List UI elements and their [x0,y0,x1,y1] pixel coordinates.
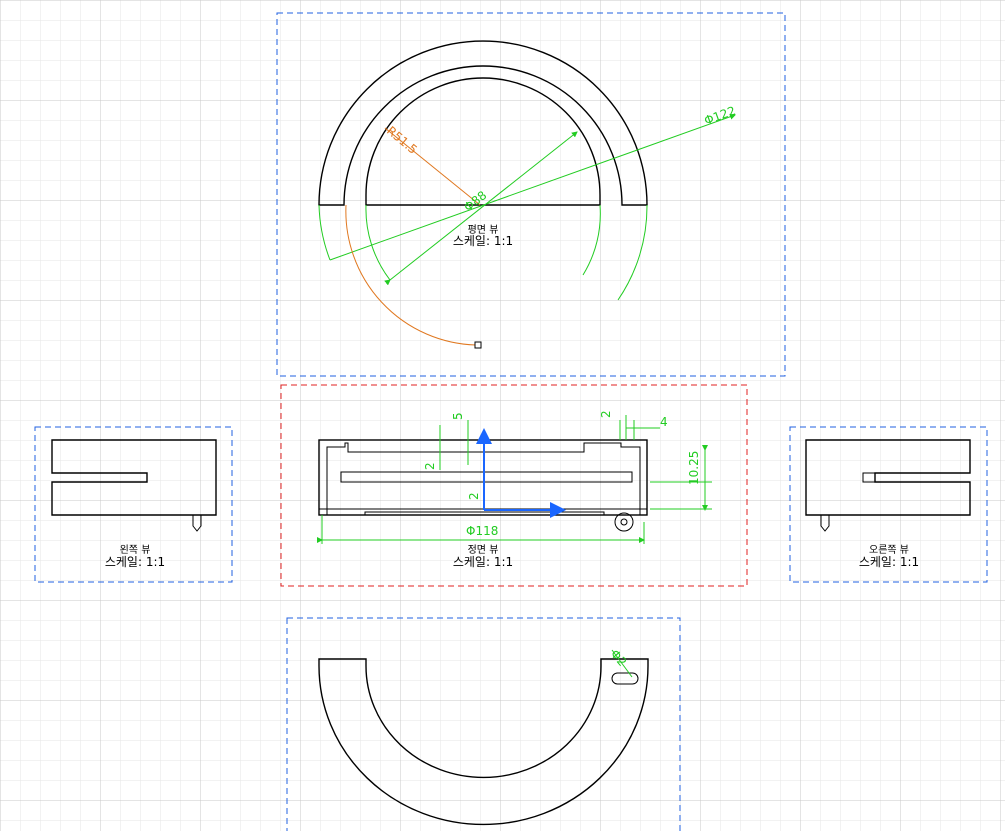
right-view-scale: 스케일: 1:1 [859,555,919,569]
radius-handle[interactable] [474,341,482,349]
grid-background [0,0,1005,831]
dim-text-front-4[interactable]: 4 [660,415,668,429]
dim-text-front-2b[interactable]: 2 [467,492,481,500]
dim-text-front-2c[interactable]: 2 [599,410,613,418]
dim-text-front-1025[interactable]: 10.25 [687,451,701,485]
drawing-canvas[interactable]: R51.5 Φ88 Φ122 평면 뷰 스케일: 1:1 Φ118 5 2 2 … [0,0,1005,831]
front-view-scale: 스케일: 1:1 [453,555,513,569]
left-view-scale: 스케일: 1:1 [105,555,165,569]
dim-text-front-5[interactable]: 5 [451,412,465,420]
top-view-scale: 스케일: 1:1 [453,234,513,248]
dim-text-front-2a[interactable]: 2 [423,462,437,470]
dim-text-front-width[interactable]: Φ118 [466,524,498,538]
